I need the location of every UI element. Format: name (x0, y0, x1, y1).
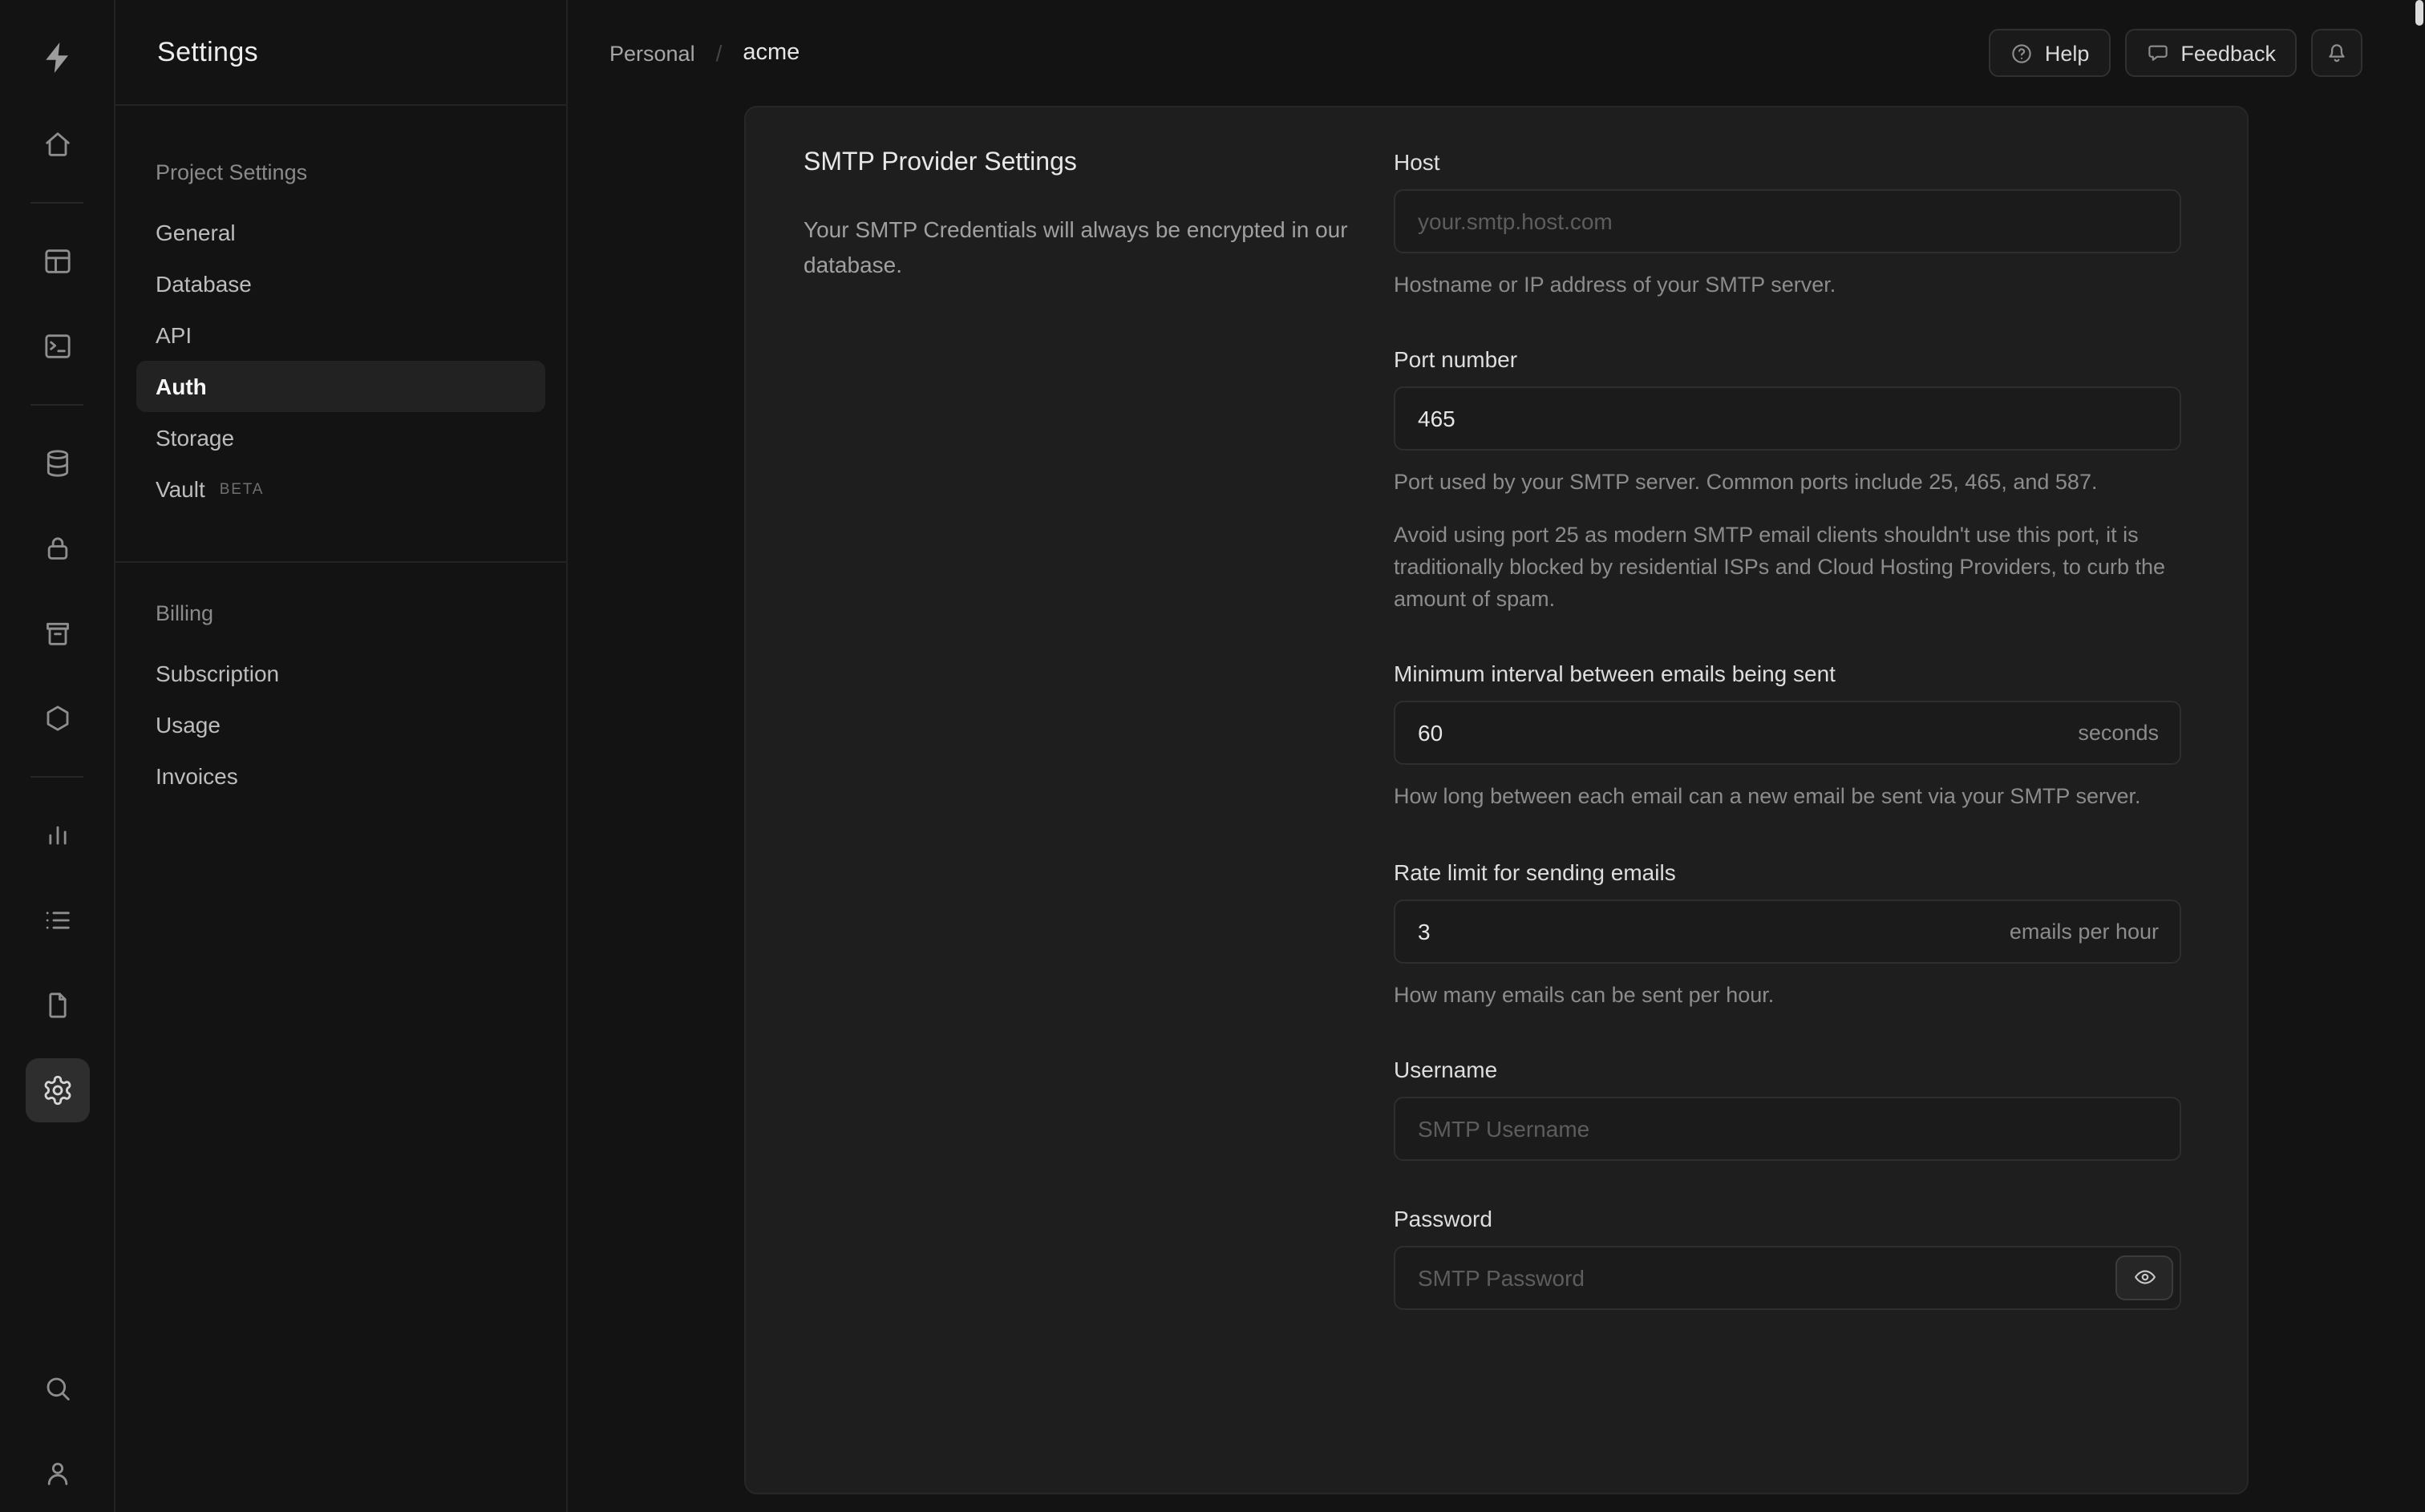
smtp-settings-panel: SMTP Provider Settings Your SMTP Credent… (744, 106, 2249, 1494)
host-field-group: Host Hostname or IP address of your SMTP… (1394, 149, 2181, 302)
host-label: Host (1394, 149, 1440, 175)
main-area: Personal / acme Help Feedback SMTP Provi… (568, 0, 2425, 1512)
sidebar-item-usage[interactable]: Usage (136, 699, 545, 750)
sidebar-item-storage[interactable]: Storage (136, 412, 545, 463)
panel-intro: SMTP Provider Settings Your SMTP Credent… (804, 149, 1358, 1493)
help-button[interactable]: Help (1988, 29, 2111, 77)
rate-limit-field-group: Rate limit for sending emails emails per… (1394, 859, 2181, 1012)
top-bar: Personal / acme Help Feedback (568, 0, 2425, 106)
host-help-text: Hostname or IP address of your SMTP serv… (1394, 273, 1836, 297)
sidebar-nav: Project Settings General Database API Au… (115, 106, 566, 802)
password-field-group: Password (1394, 1206, 2181, 1310)
database-icon[interactable] (25, 431, 89, 495)
rail-bottom (25, 1356, 89, 1512)
sidebar-item-invoices[interactable]: Invoices (136, 750, 545, 802)
breadcrumb-org[interactable]: Personal (609, 41, 695, 65)
rate-limit-label: Rate limit for sending emails (1394, 859, 1676, 884)
username-label: Username (1394, 1056, 1498, 1082)
storage-icon[interactable] (25, 601, 89, 665)
user-account-icon[interactable] (25, 1441, 89, 1506)
scrollbar-thumb[interactable] (2415, 0, 2423, 26)
port-help-text: Port used by your SMTP server. Common po… (1394, 470, 2098, 495)
port-label: Port number (1394, 346, 1518, 373)
notifications-button[interactable] (2311, 29, 2362, 77)
reports-icon[interactable] (25, 803, 89, 867)
sidebar-item-api[interactable]: API (136, 309, 545, 361)
panel-title: SMTP Provider Settings (804, 149, 1077, 176)
host-input[interactable] (1394, 189, 2181, 253)
rail-divider (30, 776, 83, 778)
settings-gear-icon[interactable] (25, 1058, 89, 1122)
username-input[interactable] (1394, 1096, 2181, 1161)
port-input[interactable] (1394, 386, 2181, 451)
help-circle-icon (2012, 43, 2031, 63)
auth-lock-icon[interactable] (25, 516, 89, 580)
bell-icon (2329, 44, 2345, 63)
rail-divider (30, 404, 83, 406)
reveal-password-button[interactable] (2115, 1255, 2173, 1300)
rail-divider (30, 202, 83, 204)
rate-limit-input[interactable] (1394, 899, 2181, 963)
sidebar-item-vault[interactable]: Vault BETA (136, 463, 545, 515)
supabase-logo-icon[interactable] (25, 26, 89, 90)
sidebar-item-database[interactable]: Database (136, 258, 545, 309)
sidebar-item-subscription[interactable]: Subscription (136, 648, 545, 699)
settings-sidebar: Settings Project Settings General Databa… (115, 0, 568, 1512)
section-heading-billing: Billing (156, 601, 214, 625)
panel-description: Your SMTP Credentials will always be enc… (804, 216, 1348, 277)
username-field-group: Username (1394, 1057, 2181, 1161)
sidebar-title: Settings (115, 0, 566, 106)
search-icon[interactable] (25, 1356, 89, 1421)
speech-bubble-icon (2148, 44, 2168, 60)
beta-badge: BETA (219, 480, 265, 498)
table-editor-icon[interactable] (25, 229, 89, 293)
eye-icon (2134, 1270, 2155, 1285)
help-button-label: Help (2044, 41, 2090, 65)
port-warning-text: Avoid using port 25 as modern SMTP email… (1394, 522, 2166, 611)
password-label: Password (1394, 1205, 1492, 1231)
app-window: Settings Project Settings General Databa… (0, 0, 2425, 1512)
section-heading-project-settings: Project Settings (156, 160, 308, 184)
smtp-form: Host Hostname or IP address of your SMTP… (1394, 149, 2181, 1493)
home-icon[interactable] (25, 112, 89, 176)
edge-functions-icon[interactable] (25, 686, 89, 750)
rate-limit-help-text: How many emails can be sent per hour. (1394, 982, 1775, 1006)
interval-input[interactable] (1394, 701, 2181, 766)
sql-editor-icon[interactable] (25, 314, 89, 378)
icon-rail (0, 0, 115, 1512)
content-area: SMTP Provider Settings Your SMTP Credent… (568, 106, 2425, 1512)
interval-help-text: How long between each email can a new em… (1394, 784, 2141, 809)
breadcrumb-separator: / (715, 40, 723, 66)
logs-icon[interactable] (25, 888, 89, 952)
docs-icon[interactable] (25, 973, 89, 1037)
interval-label: Minimum interval between emails being se… (1394, 661, 1836, 687)
sidebar-item-auth[interactable]: Auth (136, 361, 545, 412)
topbar-actions: Help Feedback (1988, 29, 2362, 77)
sidebar-item-vault-label: Vault (156, 476, 205, 502)
port-field-group: Port number Port used by your SMTP serve… (1394, 347, 2181, 617)
password-input[interactable] (1394, 1245, 2181, 1310)
sidebar-divider (115, 561, 566, 563)
feedback-button[interactable]: Feedback (2124, 29, 2297, 77)
breadcrumb-project[interactable]: acme (743, 40, 800, 66)
interval-field-group: Minimum interval between emails being se… (1394, 661, 2181, 815)
breadcrumb: Personal / acme (609, 40, 800, 66)
sidebar-item-general[interactable]: General (136, 207, 545, 258)
feedback-button-label: Feedback (2180, 41, 2276, 65)
